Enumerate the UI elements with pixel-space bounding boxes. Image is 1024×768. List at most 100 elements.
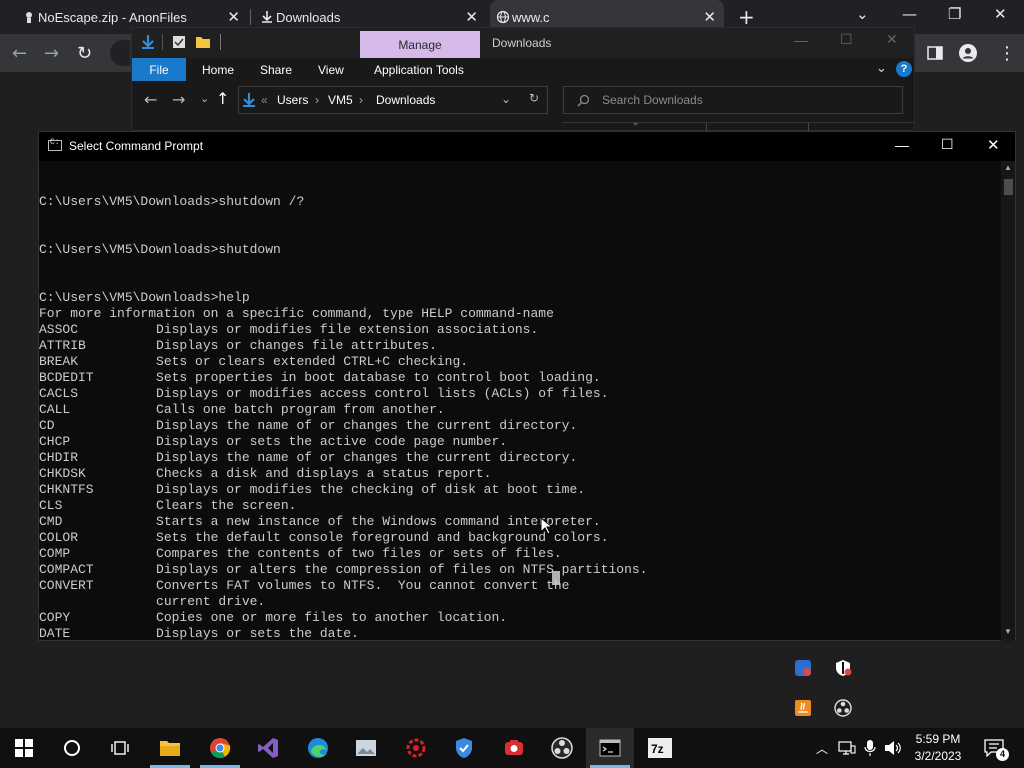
ribbon-file-tab[interactable]: File (132, 58, 186, 81)
console-scrollbar[interactable]: ▲ ▼ (1001, 161, 1015, 641)
scrollbar-thumb[interactable] (1004, 179, 1013, 195)
search-input[interactable]: Search Downloads (563, 86, 903, 114)
breadcrumb-users[interactable]: Users (277, 93, 308, 107)
tab-label: Downloads (276, 9, 341, 25)
taskbar-7zip[interactable]: 7z (636, 728, 684, 768)
manage-contextual-tab[interactable]: Manage (360, 31, 480, 58)
obs-tray-icon[interactable] (834, 699, 852, 717)
tab-search-chevron-icon[interactable]: ⌄ (856, 5, 869, 23)
console-line: current drive. (39, 594, 266, 609)
action-center-button[interactable]: 4 (976, 728, 1024, 768)
obs-icon (551, 737, 573, 759)
kebab-menu-icon[interactable]: ⋮ (998, 43, 1016, 64)
taskbar-red-gear-app[interactable] (392, 728, 440, 768)
taskbar-recorder-app[interactable] (490, 728, 538, 768)
breadcrumb-vm5[interactable]: VM5 (328, 93, 353, 107)
start-button[interactable] (0, 728, 48, 768)
console-output[interactable]: C:\Users\VM5\Downloads>shutdown /? C:\Us… (39, 161, 1001, 641)
taskbar-edge[interactable] (294, 728, 342, 768)
taskbar-command-prompt[interactable] (586, 728, 634, 768)
close-tab-icon[interactable]: ✕ (465, 8, 478, 26)
console-line: DATE Displays or sets the date. (39, 626, 359, 641)
ribbon-home-tab[interactable]: Home (202, 63, 234, 77)
forward-arrow-icon[interactable]: → (172, 90, 185, 109)
refresh-icon[interactable]: ↻ (529, 91, 539, 105)
microphone-icon[interactable] (864, 739, 876, 757)
help-icon[interactable]: ? (896, 61, 912, 77)
explorer-maximize-button[interactable]: ☐ (840, 31, 853, 48)
taskbar-chrome[interactable] (196, 728, 244, 768)
close-window-button[interactable]: ✕ (994, 5, 1007, 23)
restore-button[interactable]: ❐ (948, 5, 961, 23)
taskbar-file-explorer[interactable] (146, 728, 194, 768)
breadcrumb-downloads[interactable]: Downloads (376, 93, 435, 107)
taskbar-photos-app[interactable] (342, 728, 390, 768)
console-line: CHKNTFS Displays or modifies the checkin… (39, 482, 586, 497)
breadcrumb-separator-icon[interactable]: › (359, 93, 363, 107)
network-icon[interactable] (838, 740, 856, 756)
back-arrow-icon[interactable]: ← (144, 90, 157, 109)
tab-label: NoEscape.zip - AnonFiles (38, 9, 187, 25)
visual-studio-icon (258, 738, 278, 758)
console-icon: C: (48, 138, 62, 151)
cmd-titlebar[interactable]: C: Select Command Prompt — ☐ ✕ (39, 132, 1015, 161)
search-button[interactable] (48, 728, 96, 768)
console-line: CACLS Displays or modifies access contro… (39, 386, 609, 401)
divider (162, 34, 163, 50)
column-header-strip: ⌄ (562, 117, 914, 131)
command-prompt-window: C: Select Command Prompt — ☐ ✕ C:\Users\… (38, 131, 1016, 641)
file-explorer-window: Manage Downloads — ☐ ✕ File Home Share V… (131, 27, 915, 131)
image-viewer-icon (356, 740, 376, 756)
explorer-minimize-button[interactable]: — (794, 32, 808, 48)
back-arrow-icon[interactable]: ← (12, 43, 27, 64)
cmd-maximize-button[interactable]: ☐ (941, 136, 954, 153)
sort-chevron-icon[interactable]: ⌄ (632, 117, 640, 128)
terminal-icon (599, 739, 621, 757)
new-folder-icon[interactable] (195, 35, 211, 49)
close-tab-icon[interactable]: ✕ (227, 8, 240, 26)
breadcrumb-overflow-icon[interactable]: « (261, 93, 268, 107)
ribbon-application-tools-tab[interactable]: Application Tools (374, 63, 464, 77)
address-bar[interactable]: « Users › VM5 › Downloads ⌄ ↻ (238, 86, 548, 114)
explorer-close-button[interactable]: ✕ (886, 31, 898, 48)
ribbon-expand-chevron-icon[interactable]: ⌄ (876, 60, 887, 76)
minimize-button[interactable]: — (902, 5, 917, 23)
update-shield-tray-icon[interactable] (794, 659, 812, 677)
taskbar-obs[interactable] (538, 728, 586, 768)
recent-locations-chevron-icon[interactable]: ⌄ (200, 92, 209, 105)
profile-avatar-icon[interactable] (958, 43, 978, 63)
task-view-button[interactable] (96, 728, 144, 768)
column-divider (808, 123, 809, 131)
address-dropdown-chevron-icon[interactable]: ⌄ (501, 92, 511, 106)
taskbar-visual-studio[interactable] (244, 728, 292, 768)
taskbar-shield-app[interactable] (440, 728, 488, 768)
cmd-minimize-button[interactable]: — (895, 137, 909, 153)
security-shield-tray-icon[interactable] (834, 659, 852, 677)
scroll-down-icon[interactable]: ▼ (1004, 627, 1012, 636)
mouse-pointer-icon (540, 517, 552, 535)
scroll-up-icon[interactable]: ▲ (1004, 163, 1012, 172)
breadcrumb-separator-icon[interactable]: › (315, 93, 319, 107)
cmd-window-title: Select Command Prompt (69, 139, 204, 153)
new-tab-button[interactable]: + (738, 5, 755, 29)
console-line: C:\Users\VM5\Downloads>shutdown (39, 242, 281, 257)
console-line: CHDIR Displays the name of or changes th… (39, 450, 578, 465)
ribbon-view-tab[interactable]: View (318, 63, 344, 77)
up-arrow-icon[interactable]: ↑ (216, 89, 229, 108)
side-panel-icon[interactable] (926, 44, 944, 62)
forward-arrow-icon[interactable]: → (44, 43, 59, 64)
java-tray-icon[interactable] (794, 699, 812, 717)
reload-icon[interactable]: ↻ (77, 43, 92, 64)
search-placeholder: Search Downloads (602, 93, 703, 107)
console-line: COMP Compares the contents of two files … (39, 546, 562, 561)
speaker-volume-icon[interactable] (884, 740, 902, 756)
anonfiles-favicon-icon (26, 12, 32, 23)
show-hidden-icons-chevron-icon[interactable]: ︿ (816, 740, 828, 757)
chrome-icon (210, 738, 231, 759)
omnibox[interactable] (110, 40, 130, 66)
system-clock[interactable]: 5:59 PM 3/2/2023 (907, 731, 969, 765)
ribbon-share-tab[interactable]: Share (260, 63, 292, 77)
cmd-close-button[interactable]: ✕ (987, 136, 1000, 154)
close-tab-icon[interactable]: ✕ (703, 8, 716, 26)
properties-icon[interactable] (172, 35, 186, 49)
